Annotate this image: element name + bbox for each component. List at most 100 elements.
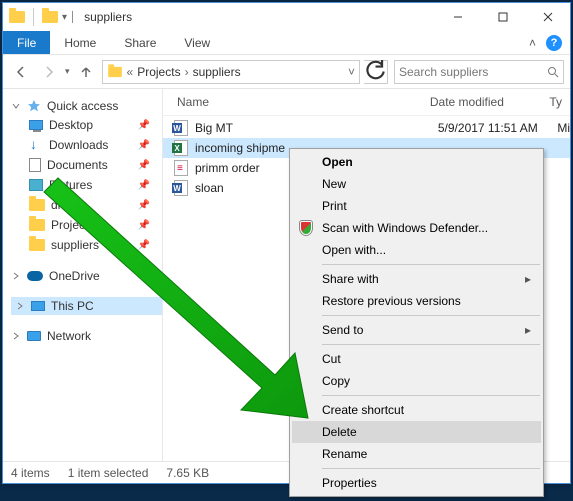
ctx-sharewith[interactable]: Share with▸	[292, 268, 541, 290]
chevron-right-icon	[15, 301, 25, 311]
folder-icon	[29, 239, 45, 251]
help-icon[interactable]: ?	[546, 35, 562, 51]
sidebar-drafts[interactable]: drafts📌	[11, 195, 162, 215]
breadcrumb-sep-icon: «	[127, 65, 134, 79]
minimize-button[interactable]	[435, 3, 480, 31]
sidebar-onedrive[interactable]: OneDrive	[11, 267, 162, 285]
qat-overflow[interactable]: ▾ │	[62, 12, 76, 23]
ctx-print[interactable]: Print	[292, 195, 541, 217]
ctx-cut[interactable]: Cut	[292, 348, 541, 370]
pictures-icon	[29, 179, 43, 191]
col-name[interactable]: Name	[171, 95, 430, 109]
sidebar-documents[interactable]: Documents📌	[11, 155, 162, 175]
column-headers[interactable]: Name Date modified Ty	[163, 89, 570, 116]
ctx-rename[interactable]: Rename	[292, 443, 541, 465]
sidebar-suppliers[interactable]: suppliers📌	[11, 235, 162, 255]
ctx-separator	[322, 395, 540, 396]
col-date[interactable]: Date modified	[430, 95, 549, 109]
titlebar: ▾ │ suppliers	[3, 3, 570, 31]
folder-icon	[29, 219, 45, 231]
ctx-separator	[322, 344, 540, 345]
search-placeholder: Search suppliers	[399, 65, 543, 79]
quick-access-header[interactable]: Quick access	[11, 97, 162, 115]
maximize-button[interactable]	[480, 3, 525, 31]
document-icon	[29, 158, 41, 172]
desktop-icon	[29, 120, 43, 130]
close-button[interactable]	[525, 3, 570, 31]
tab-home[interactable]: Home	[50, 31, 110, 54]
pc-icon	[31, 301, 45, 311]
sidebar-desktop[interactable]: Desktop📌	[11, 115, 162, 135]
submenu-arrow-icon: ▸	[525, 323, 531, 337]
breadcrumb-sep-icon: ›	[185, 65, 189, 79]
context-menu: Open New Print Scan with Windows Defende…	[289, 148, 544, 497]
pdf-icon	[174, 160, 188, 176]
submenu-arrow-icon: ▸	[525, 272, 531, 286]
folder-icon	[29, 199, 45, 211]
app-icon	[9, 11, 25, 23]
up-button[interactable]	[74, 60, 98, 84]
ctx-delete[interactable]: Delete	[292, 421, 541, 443]
sidebar-downloads[interactable]: Downloads📌	[11, 135, 162, 155]
ctx-copy[interactable]: Copy	[292, 370, 541, 392]
tab-file[interactable]: File	[3, 31, 50, 54]
shield-icon	[300, 221, 312, 235]
word-icon	[174, 180, 188, 196]
address-bar: ▾ « Projects › suppliers ˅ Search suppli…	[3, 55, 570, 89]
onedrive-icon	[27, 271, 43, 281]
chevron-right-icon	[11, 331, 21, 341]
ctx-open[interactable]: Open	[292, 151, 541, 173]
ctx-properties[interactable]: Properties	[292, 472, 541, 494]
pin-icon: 📌	[138, 180, 150, 191]
nav-pane: Quick access Desktop📌 Downloads📌 Documen…	[3, 89, 163, 461]
window-title: suppliers	[84, 10, 132, 24]
breadcrumb-folder-icon	[108, 66, 122, 76]
sidebar-this-pc[interactable]: This PC	[11, 297, 162, 315]
pin-icon: 📌	[138, 140, 150, 151]
ribbon: File Home Share View ˄ ?	[3, 31, 570, 55]
ctx-new[interactable]: New	[292, 173, 541, 195]
search-input[interactable]: Search suppliers	[394, 60, 564, 84]
breadcrumb-parent[interactable]: Projects	[137, 65, 180, 79]
tab-view[interactable]: View	[170, 31, 224, 54]
chevron-right-icon	[11, 271, 21, 281]
ctx-separator	[322, 468, 540, 469]
pin-icon: 📌	[138, 160, 150, 171]
ribbon-collapse-icon[interactable]: ˄	[529, 36, 536, 50]
breadcrumb-current[interactable]: suppliers	[193, 65, 241, 79]
word-icon	[174, 120, 188, 136]
status-selected: 1 item selected	[68, 466, 149, 480]
pin-icon: 📌	[138, 200, 150, 211]
ctx-separator	[322, 315, 540, 316]
tab-share[interactable]: Share	[110, 31, 170, 54]
ctx-openwith[interactable]: Open with...	[292, 239, 541, 261]
ctx-defender[interactable]: Scan with Windows Defender...	[292, 217, 541, 239]
sidebar-network[interactable]: Network	[11, 327, 162, 345]
col-type[interactable]: Ty	[549, 95, 562, 109]
sidebar-projects[interactable]: Projects📌	[11, 215, 162, 235]
download-icon	[29, 139, 43, 151]
qat-folder-icon[interactable]	[42, 11, 58, 23]
status-count: 4 items	[11, 466, 50, 480]
recent-dropdown-icon[interactable]: ▾	[65, 66, 70, 77]
pin-icon: 📌	[138, 220, 150, 231]
pin-icon: 📌	[138, 240, 150, 251]
sidebar-pictures[interactable]: Pictures📌	[11, 175, 162, 195]
ctx-restore[interactable]: Restore previous versions	[292, 290, 541, 312]
ctx-sendto[interactable]: Send to▸	[292, 319, 541, 341]
search-icon	[547, 66, 559, 78]
chevron-down-icon	[11, 101, 21, 111]
ctx-separator	[322, 264, 540, 265]
back-button[interactable]	[9, 60, 33, 84]
pin-icon: 📌	[138, 120, 150, 131]
forward-button[interactable]	[37, 60, 61, 84]
excel-icon	[174, 140, 188, 156]
address-dropdown-icon[interactable]: ˅	[348, 65, 355, 79]
breadcrumb-box[interactable]: « Projects › suppliers ˅	[102, 60, 360, 84]
star-icon	[27, 99, 41, 113]
refresh-button[interactable]	[364, 60, 388, 84]
network-icon	[27, 331, 41, 341]
status-size: 7.65 KB	[166, 466, 209, 480]
ctx-shortcut[interactable]: Create shortcut	[292, 399, 541, 421]
file-row[interactable]: Big MT 5/9/2017 11:51 AM Mi	[163, 118, 570, 138]
